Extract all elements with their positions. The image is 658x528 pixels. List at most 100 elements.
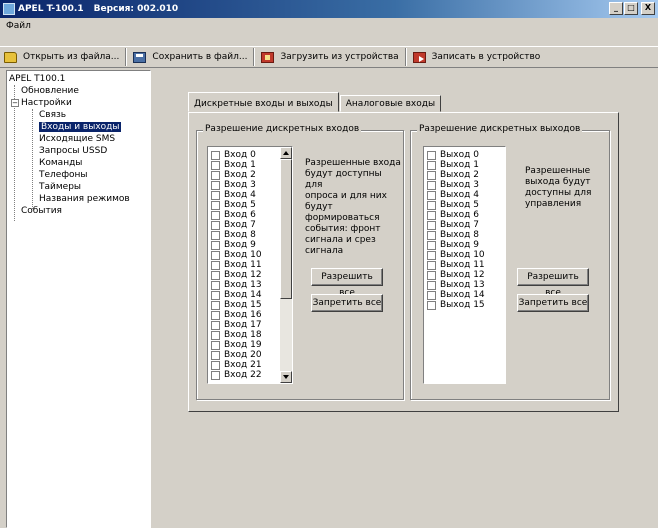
input-checkbox-label: Вход 0 bbox=[224, 150, 256, 160]
output-checkbox[interactable] bbox=[427, 280, 436, 290]
input-checkbox-label: Вход 20 bbox=[224, 350, 262, 360]
open-from-file-button[interactable]: Открыть из файла... bbox=[0, 47, 123, 67]
output-checkbox-row[interactable]: Выход 15 bbox=[424, 300, 505, 310]
menu-file[interactable]: Файл bbox=[6, 21, 31, 31]
output-checkbox-row[interactable]: Выход 6 bbox=[424, 210, 505, 220]
input-checkbox[interactable] bbox=[211, 230, 220, 240]
save-to-file-button[interactable]: Сохранить в файл... bbox=[129, 47, 251, 67]
tree-item-update[interactable]: Обновление bbox=[9, 85, 148, 97]
input-checkbox[interactable] bbox=[211, 170, 220, 180]
tab-analog-inputs[interactable]: Аналоговые входы bbox=[339, 95, 442, 112]
input-checkbox[interactable] bbox=[211, 200, 220, 210]
output-checkbox-row[interactable]: Выход 4 bbox=[424, 190, 505, 200]
allow-all-outputs-button[interactable]: Разрешить все bbox=[517, 268, 589, 298]
output-checkbox-row[interactable]: Выход 0 bbox=[424, 150, 505, 160]
output-checkbox[interactable] bbox=[427, 150, 436, 160]
input-checkbox[interactable] bbox=[211, 290, 220, 300]
input-checkbox[interactable] bbox=[211, 320, 220, 330]
output-checkbox[interactable] bbox=[427, 290, 436, 300]
output-checkbox[interactable] bbox=[427, 260, 436, 270]
allow-all-inputs-button[interactable]: Разрешить все bbox=[311, 268, 383, 298]
output-checkbox-row[interactable]: Выход 8 bbox=[424, 230, 505, 240]
outputs-list: Выход 0 Выход 1 Выход 2 Выход 3 Выход 4 Выход… bbox=[424, 147, 505, 310]
input-checkbox[interactable] bbox=[211, 370, 220, 380]
tree-item-timers[interactable]: Таймеры bbox=[9, 181, 148, 193]
input-checkbox[interactable] bbox=[211, 150, 220, 160]
output-checkbox-row[interactable]: Выход 3 bbox=[424, 180, 505, 190]
output-checkbox-row[interactable]: Выход 14 bbox=[424, 290, 505, 300]
input-checkbox[interactable] bbox=[211, 180, 220, 190]
output-checkbox[interactable] bbox=[427, 170, 436, 180]
input-checkbox[interactable] bbox=[211, 300, 220, 310]
input-checkbox[interactable] bbox=[211, 210, 220, 220]
input-checkbox[interactable] bbox=[211, 220, 220, 230]
maximize-button[interactable]: □ bbox=[624, 2, 638, 15]
tree-item-events[interactable]: События bbox=[9, 205, 148, 217]
tree-item-mode-names[interactable]: Названия режимов bbox=[9, 193, 148, 205]
collapse-icon[interactable]: − bbox=[11, 99, 19, 107]
output-checkbox-label: Выход 12 bbox=[440, 270, 485, 280]
tree-item-inputs-outputs[interactable]: Входы и выходы bbox=[9, 121, 148, 133]
input-checkbox[interactable] bbox=[211, 270, 220, 280]
output-checkbox-row[interactable]: Выход 11 bbox=[424, 260, 505, 270]
output-checkbox[interactable] bbox=[427, 220, 436, 230]
output-checkbox[interactable] bbox=[427, 240, 436, 250]
input-checkbox[interactable] bbox=[211, 330, 220, 340]
output-checkbox-row[interactable]: Выход 2 bbox=[424, 170, 505, 180]
tab-discrete-io[interactable]: Дискретные входы и выходы bbox=[188, 92, 339, 112]
inputs-scrollbar[interactable] bbox=[280, 147, 292, 383]
scroll-thumb[interactable] bbox=[280, 159, 292, 299]
output-checkbox[interactable] bbox=[427, 270, 436, 280]
input-checkbox[interactable] bbox=[211, 160, 220, 170]
output-checkbox-label: Выход 14 bbox=[440, 290, 485, 300]
tree-item-outgoing-sms[interactable]: Исходящие SMS bbox=[9, 133, 148, 145]
output-checkbox-row[interactable]: Выход 9 bbox=[424, 240, 505, 250]
outputs-listbox[interactable]: Выход 0 Выход 1 Выход 2 Выход 3 Выход 4 Выход… bbox=[423, 146, 506, 384]
minimize-button[interactable]: _ bbox=[609, 2, 623, 15]
output-checkbox-row[interactable]: Выход 12 bbox=[424, 270, 505, 280]
input-checkbox[interactable] bbox=[211, 350, 220, 360]
input-checkbox[interactable] bbox=[211, 360, 220, 370]
inputs-listbox[interactable]: Вход 0 Вход 1 Вход 2 Вход 3 Вход 4 Вход 5 Вход… bbox=[207, 146, 293, 384]
input-checkbox[interactable] bbox=[211, 250, 220, 260]
output-checkbox[interactable] bbox=[427, 300, 436, 310]
input-checkbox-label: Вход 16 bbox=[224, 310, 262, 320]
scroll-up-button[interactable] bbox=[280, 147, 292, 159]
output-checkbox-label: Выход 7 bbox=[440, 220, 479, 230]
output-checkbox[interactable] bbox=[427, 200, 436, 210]
write-to-device-button[interactable]: Записать в устройство bbox=[409, 47, 545, 67]
input-checkbox[interactable] bbox=[211, 340, 220, 350]
toolbar: Открыть из файла... Сохранить в файл... … bbox=[0, 46, 658, 68]
output-checkbox-row[interactable]: Выход 1 bbox=[424, 160, 505, 170]
output-checkbox-label: Выход 5 bbox=[440, 200, 479, 210]
input-checkbox[interactable] bbox=[211, 260, 220, 270]
close-button[interactable]: X bbox=[641, 2, 655, 15]
output-checkbox-row[interactable]: Выход 5 bbox=[424, 200, 505, 210]
arrow-down-icon bbox=[283, 375, 289, 379]
scroll-down-button[interactable] bbox=[280, 371, 292, 383]
input-checkbox[interactable] bbox=[211, 190, 220, 200]
output-checkbox-row[interactable]: Выход 10 bbox=[424, 250, 505, 260]
input-checkbox-label: Вход 8 bbox=[224, 230, 256, 240]
input-checkbox[interactable] bbox=[211, 280, 220, 290]
tree-root[interactable]: APEL T100.1 bbox=[9, 73, 148, 85]
deny-all-outputs-button[interactable]: Запретить все bbox=[517, 294, 589, 312]
output-checkbox-row[interactable]: Выход 7 bbox=[424, 220, 505, 230]
tree-item-commands[interactable]: Команды bbox=[9, 157, 148, 169]
input-checkbox[interactable] bbox=[211, 310, 220, 320]
input-checkbox[interactable] bbox=[211, 240, 220, 250]
output-checkbox[interactable] bbox=[427, 190, 436, 200]
tree-item-ussd-requests[interactable]: Запросы USSD bbox=[9, 145, 148, 157]
tree-item-phones[interactable]: Телефоны bbox=[9, 169, 148, 181]
output-checkbox[interactable] bbox=[427, 210, 436, 220]
deny-all-inputs-button[interactable]: Запретить все bbox=[311, 294, 383, 312]
output-checkbox[interactable] bbox=[427, 230, 436, 240]
settings-tree: APEL T100.1 Обновление − Настройки Связь… bbox=[6, 70, 151, 528]
tree-item-settings[interactable]: − Настройки bbox=[9, 97, 148, 109]
output-checkbox[interactable] bbox=[427, 250, 436, 260]
output-checkbox-row[interactable]: Выход 13 bbox=[424, 280, 505, 290]
output-checkbox[interactable] bbox=[427, 180, 436, 190]
tree-item-connection[interactable]: Связь bbox=[9, 109, 148, 121]
load-from-device-button[interactable]: Загрузить из устройства bbox=[257, 47, 402, 67]
output-checkbox[interactable] bbox=[427, 160, 436, 170]
